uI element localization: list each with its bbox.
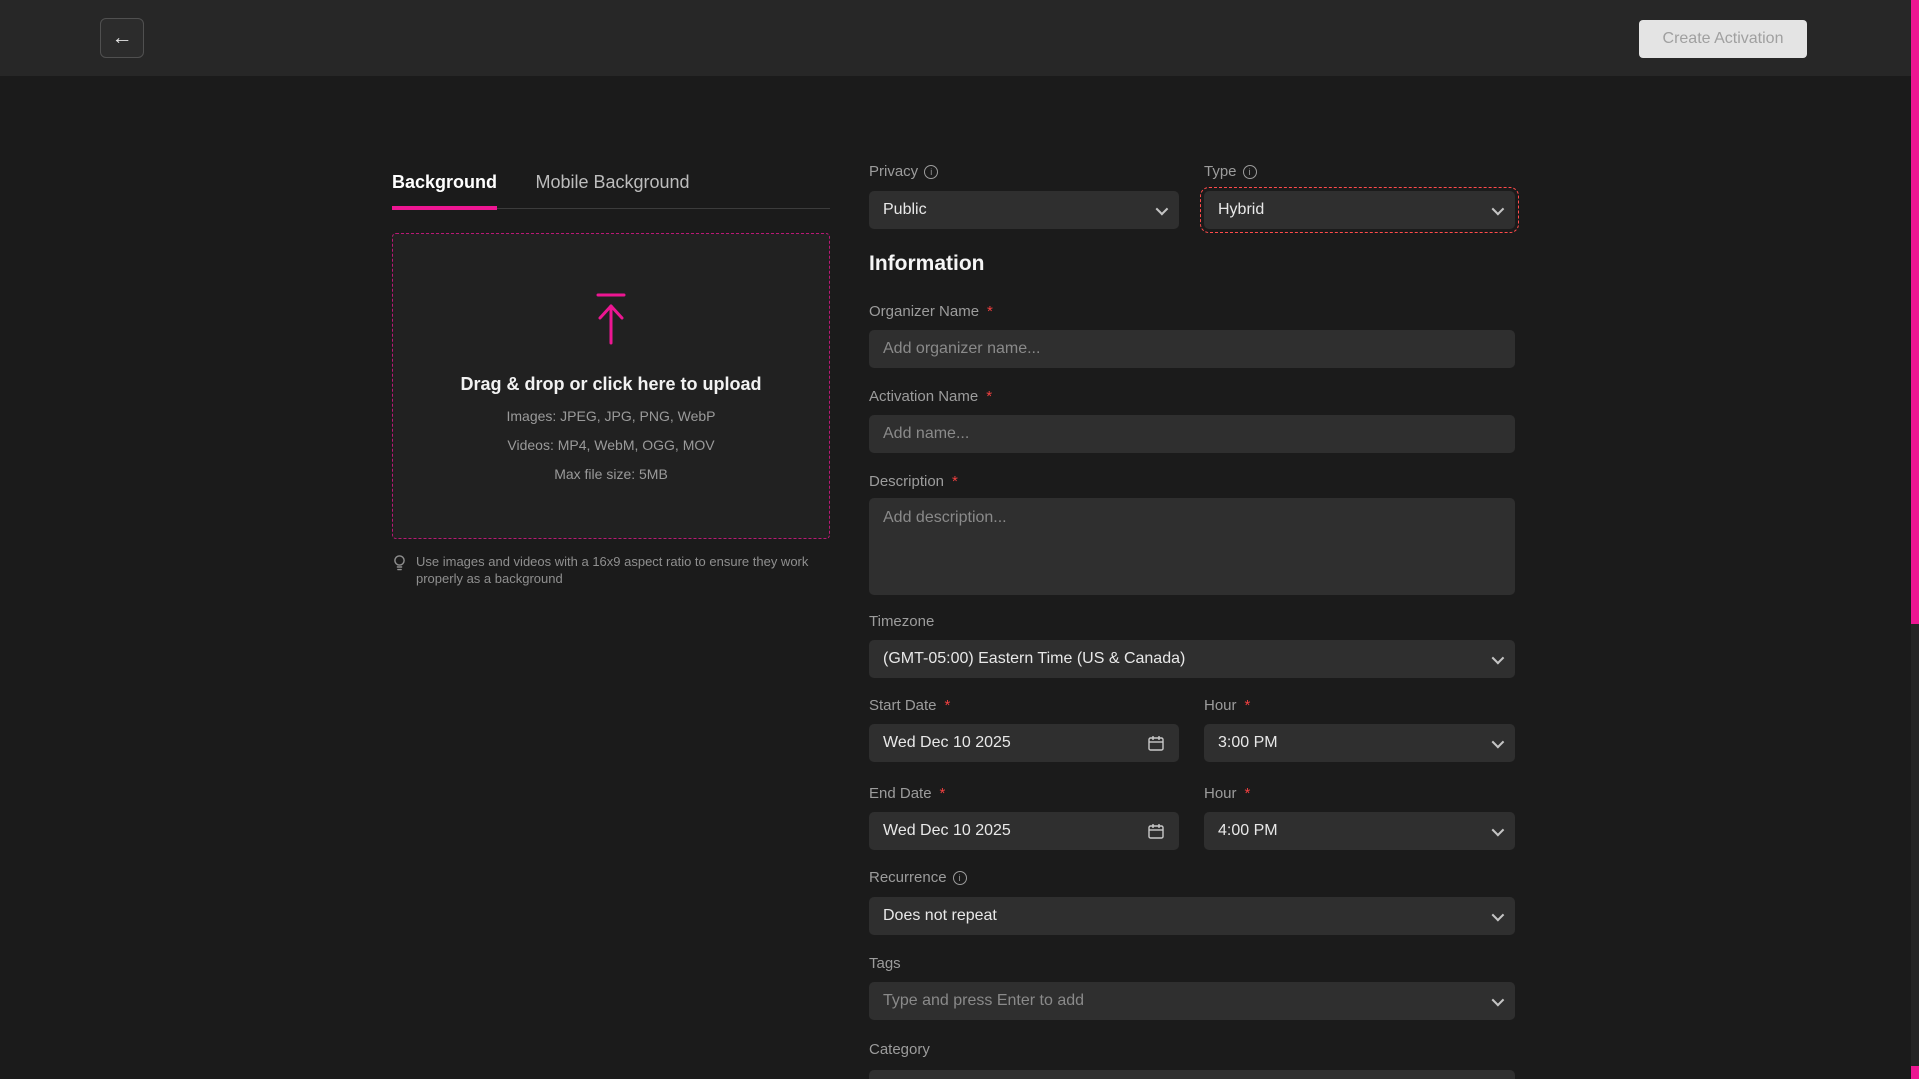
- end-hour-value: 4:00 PM: [1218, 822, 1278, 840]
- end-date-value: Wed Dec 10 2025: [883, 822, 1011, 840]
- activation-name-input[interactable]: [869, 415, 1515, 453]
- dropzone-videos-formats: Videos: MP4, WebM, OGG, MOV: [507, 437, 714, 453]
- start-hour-label: Hour *: [1204, 697, 1250, 714]
- recurrence-info-icon[interactable]: [953, 871, 967, 885]
- back-arrow-icon: ←: [112, 26, 133, 50]
- chevron-down-icon: [1156, 202, 1169, 215]
- end-date-input[interactable]: Wed Dec 10 2025: [869, 812, 1179, 850]
- organizer-name-label: Organizer Name *: [869, 303, 993, 320]
- privacy-info-icon[interactable]: [924, 165, 938, 179]
- chevron-down-icon: [1492, 993, 1505, 1006]
- start-hour-select[interactable]: 3:00 PM: [1204, 724, 1515, 762]
- chevron-down-icon: [1492, 823, 1505, 836]
- back-button[interactable]: ←: [100, 18, 144, 58]
- end-hour-label: Hour *: [1204, 785, 1250, 802]
- type-label: Type: [1204, 163, 1257, 180]
- required-asterisk: *: [987, 303, 993, 320]
- tags-label: Tags: [869, 955, 901, 972]
- start-date-value: Wed Dec 10 2025: [883, 734, 1011, 752]
- required-asterisk: *: [945, 697, 951, 714]
- end-hour-select[interactable]: 4:00 PM: [1204, 812, 1515, 850]
- top-bar: ← Create Activation: [0, 0, 1919, 76]
- description-textarea[interactable]: [869, 498, 1515, 595]
- scrollbar-corner: [1911, 1066, 1919, 1079]
- tab-background[interactable]: Background: [392, 172, 497, 210]
- tags-placeholder: Type and press Enter to add: [883, 992, 1084, 1010]
- privacy-select-value: Public: [883, 201, 927, 219]
- category-label: Category: [869, 1041, 930, 1058]
- type-info-icon[interactable]: [1243, 165, 1257, 179]
- tab-mobile-background[interactable]: Mobile Background: [535, 172, 689, 206]
- organizer-name-input[interactable]: [869, 330, 1515, 368]
- dropzone-title: Drag & drop or click here to upload: [460, 374, 761, 395]
- start-date-input[interactable]: Wed Dec 10 2025: [869, 724, 1179, 762]
- recurrence-select[interactable]: Does not repeat: [869, 897, 1515, 935]
- dropzone-images-formats: Images: JPEG, JPG, PNG, WebP: [506, 408, 715, 424]
- required-asterisk: *: [952, 473, 958, 490]
- tags-input[interactable]: Type and press Enter to add: [869, 982, 1515, 1020]
- privacy-label: Privacy: [869, 163, 938, 180]
- dropzone-max-size: Max file size: 5MB: [554, 466, 668, 482]
- upload-arrow-icon: [591, 292, 631, 346]
- chevron-down-icon: [1492, 908, 1505, 921]
- start-hour-value: 3:00 PM: [1218, 734, 1278, 752]
- aspect-ratio-tip-text: Use images and videos with a 16x9 aspect…: [416, 553, 822, 587]
- chevron-down-icon: [1492, 651, 1505, 664]
- type-select[interactable]: Hybrid: [1204, 191, 1515, 229]
- category-select[interactable]: [869, 1070, 1515, 1079]
- timezone-select-value: (GMT-05:00) Eastern Time (US & Canada): [883, 650, 1185, 668]
- required-asterisk: *: [1245, 785, 1251, 802]
- required-asterisk: *: [940, 785, 946, 802]
- recurrence-label: Recurrence: [869, 869, 967, 886]
- aspect-ratio-tip: Use images and videos with a 16x9 aspect…: [392, 553, 822, 587]
- information-heading: Information: [869, 252, 985, 276]
- timezone-label: Timezone: [869, 613, 934, 630]
- background-tabs: Background Mobile Background: [392, 172, 830, 209]
- description-label: Description *: [869, 473, 958, 490]
- timezone-select[interactable]: (GMT-05:00) Eastern Time (US & Canada): [869, 640, 1515, 678]
- type-select-value: Hybrid: [1218, 201, 1264, 219]
- scrollbar-thumb[interactable]: [1911, 0, 1919, 624]
- calendar-icon: [1147, 822, 1165, 840]
- start-date-label: Start Date *: [869, 697, 950, 714]
- required-asterisk: *: [986, 388, 992, 405]
- create-activation-button[interactable]: Create Activation: [1639, 20, 1807, 58]
- privacy-select[interactable]: Public: [869, 191, 1179, 229]
- calendar-icon: [1147, 734, 1165, 752]
- upload-dropzone[interactable]: Drag & drop or click here to upload Imag…: [392, 233, 830, 539]
- end-date-label: End Date *: [869, 785, 945, 802]
- chevron-down-icon: [1492, 735, 1505, 748]
- recurrence-select-value: Does not repeat: [883, 907, 997, 925]
- chevron-down-icon: [1492, 202, 1505, 215]
- required-asterisk: *: [1245, 697, 1251, 714]
- lightbulb-icon: [392, 554, 407, 574]
- activation-name-label: Activation Name *: [869, 388, 992, 405]
